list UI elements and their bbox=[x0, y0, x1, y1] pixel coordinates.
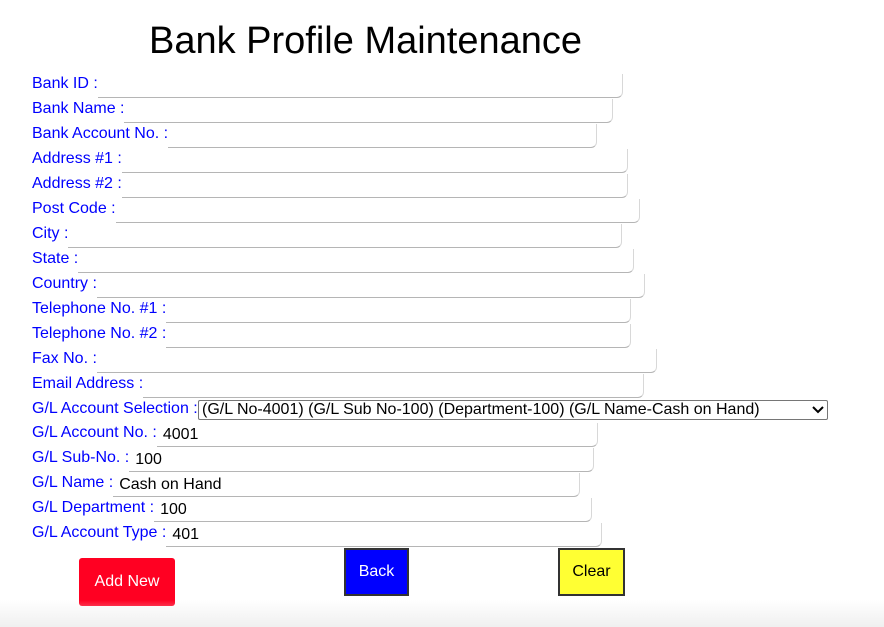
country-row: Country : bbox=[32, 273, 645, 298]
telephone-1-input[interactable] bbox=[166, 299, 632, 323]
address-2-input[interactable] bbox=[121, 174, 628, 198]
gl-account-select-value: (G/L No-4001) (G/L Sub No-100) (Departme… bbox=[202, 401, 760, 418]
gl-name-row: G/L Name : bbox=[32, 472, 581, 497]
gl-department-label: G/L Department : bbox=[32, 499, 155, 516]
gl-name-input[interactable] bbox=[113, 473, 581, 497]
gl-sub-no-label: G/L Sub-No. : bbox=[32, 449, 130, 466]
back-button[interactable]: Back bbox=[344, 548, 409, 596]
telephone-2-label: Telephone No. #2 : bbox=[32, 325, 167, 342]
bank-account-no-label: Bank Account No. : bbox=[32, 125, 169, 142]
fax-no-input[interactable] bbox=[96, 349, 657, 373]
country-input[interactable] bbox=[96, 274, 645, 298]
gl-sub-no-row: G/L Sub-No. : bbox=[32, 447, 595, 472]
gl-account-no-input[interactable] bbox=[156, 423, 598, 447]
address-1-row: Address #1 : bbox=[32, 148, 628, 173]
gl-account-type-input[interactable] bbox=[166, 523, 603, 547]
post-code-input[interactable] bbox=[115, 199, 640, 223]
fax-no-label: Fax No. : bbox=[32, 350, 97, 367]
bank-account-no-row: Bank Account No. : bbox=[32, 123, 598, 148]
bank-id-input[interactable] bbox=[97, 74, 623, 98]
telephone-2-row: Telephone No. #2 : bbox=[32, 323, 632, 348]
gl-account-select[interactable]: (G/L No-4001) (G/L Sub No-100) (Departme… bbox=[198, 400, 828, 420]
bank-name-input[interactable] bbox=[124, 99, 614, 123]
bank-profile-page: Bank Profile Maintenance Bank ID : Bank … bbox=[0, 0, 884, 627]
address-2-row: Address #2 : bbox=[32, 173, 628, 198]
gl-sub-no-input[interactable] bbox=[129, 448, 595, 472]
email-address-label: Email Address : bbox=[32, 375, 144, 392]
gl-account-no-row: G/L Account No. : bbox=[32, 422, 598, 447]
gl-department-row: G/L Department : bbox=[32, 497, 593, 522]
city-row: City : bbox=[32, 223, 623, 248]
address-2-label: Address #2 : bbox=[32, 175, 122, 192]
bottom-shade bbox=[0, 600, 884, 627]
bank-id-row: Bank ID : bbox=[32, 73, 623, 98]
fax-no-row: Fax No. : bbox=[32, 348, 657, 373]
clear-button[interactable]: Clear bbox=[558, 548, 625, 596]
email-address-input[interactable] bbox=[143, 374, 645, 398]
page-title: Bank Profile Maintenance bbox=[149, 20, 583, 62]
post-code-label: Post Code : bbox=[32, 200, 116, 217]
city-input[interactable] bbox=[68, 224, 623, 248]
gl-selection-row: G/L Account Selection : bbox=[32, 398, 198, 423]
city-label: City : bbox=[32, 225, 69, 242]
state-label: State : bbox=[32, 250, 79, 267]
address-1-label: Address #1 : bbox=[32, 150, 122, 167]
state-input[interactable] bbox=[78, 249, 635, 273]
gl-account-no-label: G/L Account No. : bbox=[32, 424, 157, 441]
gl-department-input[interactable] bbox=[154, 498, 593, 522]
address-1-input[interactable] bbox=[121, 149, 628, 173]
telephone-1-label: Telephone No. #1 : bbox=[32, 300, 167, 317]
email-address-row: Email Address : bbox=[32, 373, 645, 398]
gl-account-type-row: G/L Account Type : bbox=[32, 522, 603, 547]
post-code-row: Post Code : bbox=[32, 198, 640, 223]
bank-id-label: Bank ID : bbox=[32, 75, 98, 92]
country-label: Country : bbox=[32, 275, 97, 292]
telephone-1-row: Telephone No. #1 : bbox=[32, 298, 632, 323]
gl-account-type-label: G/L Account Type : bbox=[32, 524, 167, 541]
gl-selection-label: G/L Account Selection : bbox=[32, 400, 198, 417]
telephone-2-input[interactable] bbox=[166, 324, 632, 348]
add-new-button[interactable]: Add New bbox=[79, 558, 175, 606]
state-row: State : bbox=[32, 248, 635, 273]
bank-name-row: Bank Name : bbox=[32, 98, 614, 123]
gl-name-label: G/L Name : bbox=[32, 474, 114, 491]
chevron-down-icon bbox=[811, 403, 825, 417]
bank-account-no-input[interactable] bbox=[168, 124, 598, 148]
bank-name-label: Bank Name : bbox=[32, 100, 125, 117]
